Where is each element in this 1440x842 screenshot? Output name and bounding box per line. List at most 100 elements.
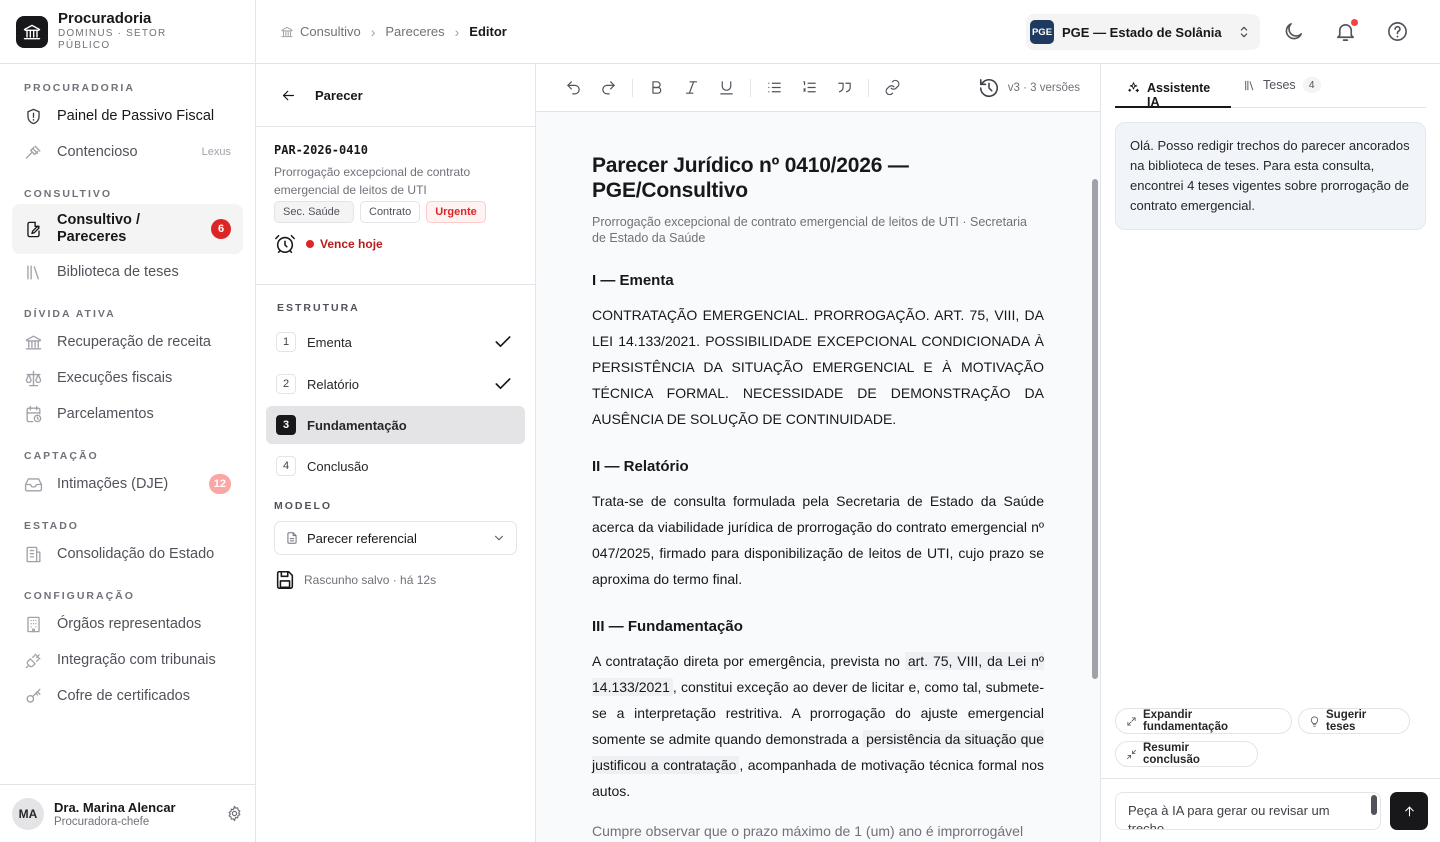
tag-urgente: Urgente [426, 201, 486, 223]
document-description: Prorrogação excepcional de contrato emer… [274, 165, 471, 197]
sidebar-item-parcelamentos[interactable]: Parcelamentos [12, 396, 243, 432]
italic-icon [685, 81, 698, 94]
sidebar-item-intimacoes-dje[interactable]: Intimações (DJE) 12 [12, 466, 243, 502]
nav-section-consultivo: CONSULTIVO [24, 188, 113, 200]
breadcrumb: Consultivo › Pareceres › Editor [280, 24, 507, 40]
redo-button[interactable] [591, 73, 626, 103]
sidebar: Procuradoria DOMINUS · SETOR PÚBLICO PRO… [0, 0, 256, 842]
building-icon [26, 546, 41, 562]
toolbar-divider [750, 78, 751, 97]
version-history[interactable]: v3 · 3 versões [978, 77, 1080, 99]
step-relatorio[interactable]: 2 Relatório [266, 364, 525, 404]
tab-teses[interactable]: Teses 4 [1231, 63, 1333, 107]
sidebar-item-cofre-certificados[interactable]: Cofre de certificados [12, 678, 243, 714]
bold-icon [652, 81, 662, 94]
breadcrumb-consultivo[interactable]: Consultivo [300, 24, 361, 39]
document-info: PAR-2026-0410 Prorrogação excepcional de… [256, 127, 535, 285]
inbox-icon [24, 477, 43, 492]
link-button[interactable] [875, 73, 910, 103]
document-subtitle: Prorrogação excepcional de contrato emer… [592, 215, 1027, 245]
document-page[interactable]: Parecer Jurídico nº 0410/2026 — PGE/Cons… [592, 153, 1045, 842]
chevron-up-down-icon [1240, 26, 1248, 38]
tab-label: Assistente IA [1147, 81, 1211, 109]
bullet-list-button[interactable] [757, 73, 792, 103]
nav-section-procuradoria: PROCURADORIA [24, 82, 135, 94]
user-profile[interactable]: MA Dra. Marina Alencar Procuradora-chefe [0, 784, 255, 842]
step-number: 3 [276, 415, 296, 435]
model-select[interactable]: Parecer referencial [274, 521, 517, 555]
prompt-scrollbar[interactable] [1371, 795, 1377, 815]
sidebar-item-integracao-tribunais[interactable]: Integração com tribunais [12, 642, 243, 678]
help-circle-icon [1388, 22, 1407, 41]
toolbar-divider [632, 78, 633, 97]
sidebar-item-execucoes-fiscais[interactable]: Execuções fiscais [12, 360, 243, 396]
nav-section-divida-ativa: DÍVIDA ATIVA [24, 308, 116, 320]
editor-toolbar: v3 · 3 versões [536, 64, 1100, 112]
sidebar-item-label: Intimações (DJE) [57, 476, 169, 492]
notifications-button[interactable] [1334, 19, 1358, 43]
undo-button[interactable] [556, 73, 591, 103]
breadcrumb-pareceres[interactable]: Pareceres [385, 24, 444, 39]
step-number: 2 [276, 374, 296, 394]
model-select-value: Parecer referencial [307, 530, 417, 546]
step-ementa[interactable]: 1 Ementa [266, 322, 525, 362]
section-heading-fundamentacao: III — Fundamentação [592, 618, 743, 635]
sidebar-item-label: Biblioteca de teses [57, 264, 179, 280]
status-dot [306, 240, 314, 248]
document-code: PAR-2026-0410 [274, 143, 368, 157]
due-label: Vence hoje [320, 237, 383, 251]
sidebar-item-contencioso[interactable]: Contencioso Lexus [12, 134, 243, 170]
due-status: Vence hoje [274, 233, 517, 255]
floppy-disk-icon [276, 570, 294, 590]
suggestion-sugerir-teses[interactable]: Sugerir teses [1298, 708, 1410, 734]
structure-steps: 1 Ementa 2 Relatório 3 Fundamentação 4 C… [256, 322, 535, 486]
key-icon [26, 688, 41, 703]
step-label: Ementa [307, 334, 352, 350]
step-fundamentacao[interactable]: 3 Fundamentação [266, 406, 525, 444]
sidebar-item-consultivo-pareceres[interactable]: Consultivo / Pareceres 6 [12, 204, 243, 254]
quote-button[interactable] [827, 73, 862, 103]
tab-label: Teses [1263, 78, 1296, 92]
numbered-list-button[interactable] [792, 73, 827, 103]
undo-icon [567, 81, 580, 95]
sidebar-item-biblioteca-teses[interactable]: Biblioteca de teses [12, 254, 243, 290]
sidebar-item-consolidacao-estado[interactable]: Consolidação do Estado [12, 536, 243, 572]
document-edit-icon [27, 221, 40, 237]
theme-toggle-button[interactable] [1282, 20, 1305, 43]
tab-assistente-ia[interactable]: Assistente IA [1115, 63, 1231, 109]
sidebar-item-label: Integração com tribunais [57, 652, 216, 668]
sidebar-item-label: Painel de Passivo Fiscal [57, 108, 215, 124]
back-button[interactable] [280, 87, 315, 104]
nav-section-configuracao: CONFIGURAÇÃO [24, 590, 135, 602]
prompt-input[interactable] [1115, 792, 1381, 830]
send-button[interactable] [1390, 792, 1428, 830]
library-icon [1245, 80, 1254, 90]
sidebar-item-painel-passivo-fiscal[interactable]: Painel de Passivo Fiscal [12, 98, 243, 134]
section-text-relatorio: Trata-se de consulta formulada pela Secr… [592, 493, 1044, 587]
nav-section-estado: ESTADO [24, 520, 79, 532]
bank-icon [25, 334, 42, 350]
sidebar-item-recuperacao-receita[interactable]: Recuperação de receita [12, 324, 243, 360]
user-name: Dra. Marina Alencar [54, 799, 176, 815]
sidebar-item-orgaos-representados[interactable]: Órgãos representados [12, 606, 243, 642]
step-number: 1 [276, 332, 296, 352]
shrink-icon [1126, 749, 1137, 759]
calendar-clock-icon [26, 405, 42, 422]
editor-scrollbar[interactable] [1092, 179, 1098, 679]
brand[interactable]: Procuradoria DOMINUS · SETOR PÚBLICO [0, 0, 255, 64]
step-conclusao[interactable]: 4 Conclusão [266, 446, 525, 486]
suggestion-resumir-conclusao[interactable]: Resumir conclusão [1115, 741, 1258, 767]
italic-button[interactable] [674, 73, 709, 103]
org-logo: PGE [1030, 20, 1054, 44]
suggestion-expandir-fundamentacao[interactable]: Expandir fundamentação [1115, 708, 1292, 734]
building-icon [27, 616, 40, 632]
org-switcher[interactable]: PGE PGE — Estado de Solânia [1026, 14, 1260, 50]
section-text-continuation: Cumpre observar que o prazo máximo de 1 … [592, 823, 1024, 839]
underline-button[interactable] [709, 73, 744, 103]
shield-icon [27, 108, 40, 124]
sidebar-item-label: Consolidação do Estado [57, 546, 215, 562]
help-button[interactable] [1386, 20, 1409, 43]
bold-button[interactable] [639, 73, 674, 103]
bank-logo-icon [16, 15, 48, 48]
settings-button[interactable] [226, 805, 243, 822]
